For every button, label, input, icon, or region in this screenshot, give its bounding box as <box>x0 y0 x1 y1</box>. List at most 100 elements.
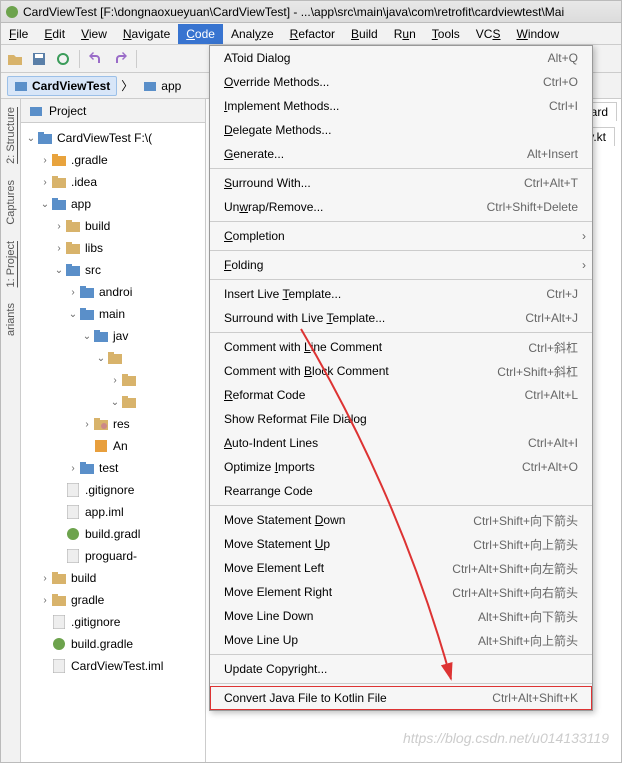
menu-item[interactable]: Insert Live Template...Ctrl+J <box>210 282 592 306</box>
tree-node[interactable]: An <box>21 435 205 457</box>
undo-icon[interactable] <box>88 51 104 67</box>
menu-item[interactable]: Convert Java File to Kotlin FileCtrl+Alt… <box>210 686 592 710</box>
menu-item[interactable]: Generate...Alt+Insert <box>210 142 592 166</box>
file-icon <box>65 548 81 564</box>
tree-node[interactable]: ⌄ <box>21 347 205 369</box>
menu-item[interactable]: Auto-Indent LinesCtrl+Alt+I <box>210 431 592 455</box>
breadcrumb-project[interactable]: CardViewTest <box>7 76 117 96</box>
folder-blue-icon <box>79 306 95 322</box>
tree-node[interactable]: ⌄src <box>21 259 205 281</box>
folder-icon <box>65 218 81 234</box>
tree-node[interactable]: build.gradl <box>21 523 205 545</box>
menu-navigate[interactable]: Navigate <box>115 24 178 44</box>
tree-node[interactable]: ›test <box>21 457 205 479</box>
side-tab-captures[interactable]: Captures <box>3 172 19 233</box>
toolbar-separator <box>79 50 80 68</box>
code-menu-dropdown[interactable]: AToid DialogAlt+QOverride Methods...Ctrl… <box>209 45 593 711</box>
window-titlebar: CardViewTest [F:\dongnaoxueyuan\CardView… <box>1 1 621 23</box>
menu-item[interactable]: Surround with Live Template...Ctrl+Alt+J <box>210 306 592 330</box>
project-icon <box>29 104 43 118</box>
menu-item[interactable]: Reformat CodeCtrl+Alt+L <box>210 383 592 407</box>
app-icon <box>5 5 19 19</box>
menu-window[interactable]: Window <box>508 24 567 44</box>
tree-node[interactable]: ⌄jav <box>21 325 205 347</box>
menu-item[interactable]: Move Line DownAlt+Shift+向下箭头 <box>210 604 592 628</box>
tree-node[interactable]: .gitignore <box>21 479 205 501</box>
file-icon <box>65 504 81 520</box>
menu-item[interactable]: Move Line UpAlt+Shift+向上箭头 <box>210 628 592 652</box>
menu-tools[interactable]: Tools <box>424 24 468 44</box>
side-tab-structure[interactable]: 2: Structure <box>3 99 19 172</box>
tree-node[interactable]: app.iml <box>21 501 205 523</box>
menu-item[interactable]: Move Statement UpCtrl+Shift+向上箭头 <box>210 532 592 556</box>
menu-item[interactable]: Update Copyright... <box>210 657 592 681</box>
menu-item[interactable]: Comment with Line CommentCtrl+斜杠 <box>210 335 592 359</box>
folder-blue-icon <box>79 284 95 300</box>
tree-node[interactable]: .gitignore <box>21 611 205 633</box>
xml-icon <box>93 438 109 454</box>
tree-node[interactable]: ›build <box>21 567 205 589</box>
menu-item[interactable]: Delegate Methods... <box>210 118 592 142</box>
project-tree[interactable]: ⌄CardViewTest F:\(›.gradle›.idea⌄app›bui… <box>21 123 205 762</box>
tree-node[interactable]: CardViewTest.iml <box>21 655 205 677</box>
tree-node[interactable]: ⌄app <box>21 193 205 215</box>
tree-node[interactable]: ⌄ <box>21 391 205 413</box>
menu-item[interactable]: Surround With...Ctrl+Alt+T <box>210 171 592 195</box>
menu-item[interactable]: Completion <box>210 224 592 248</box>
tree-node[interactable]: ›androi <box>21 281 205 303</box>
tree-node[interactable]: ›res <box>21 413 205 435</box>
tree-node[interactable]: build.gradle <box>21 633 205 655</box>
folder-blue-icon <box>65 262 81 278</box>
menu-item[interactable]: Show Reformat File Dialog <box>210 407 592 431</box>
folder-icon <box>51 592 67 608</box>
left-tool-strip: 2: Structure Captures 1: Project ariants <box>1 99 21 762</box>
menubar[interactable]: FileEditViewNavigateCodeAnalyzeRefactorB… <box>1 23 621 45</box>
folder-res-icon <box>93 416 109 432</box>
side-tab-variants[interactable]: ariants <box>3 295 19 344</box>
menu-item[interactable]: Comment with Block CommentCtrl+Shift+斜杠 <box>210 359 592 383</box>
redo-icon[interactable] <box>112 51 128 67</box>
menu-build[interactable]: Build <box>343 24 386 44</box>
tree-node[interactable]: proguard- <box>21 545 205 567</box>
menu-item[interactable]: Unwrap/Remove...Ctrl+Shift+Delete <box>210 195 592 219</box>
sync-icon[interactable] <box>55 51 71 67</box>
menu-vcs[interactable]: VCS <box>468 24 509 44</box>
menu-item[interactable]: AToid DialogAlt+Q <box>210 46 592 70</box>
folder-icon <box>51 174 67 190</box>
folder-blue-icon <box>79 460 95 476</box>
project-pane-title: Project <box>49 104 86 118</box>
menu-item[interactable]: Move Element LeftCtrl+Alt+Shift+向左箭头 <box>210 556 592 580</box>
menu-item[interactable]: Move Element RightCtrl+Alt+Shift+向右箭头 <box>210 580 592 604</box>
folder-icon <box>65 240 81 256</box>
menu-file[interactable]: File <box>1 24 36 44</box>
watermark-text: https://blog.csdn.net/u014133119 <box>403 730 609 746</box>
menu-view[interactable]: View <box>73 24 115 44</box>
tree-node[interactable]: › <box>21 369 205 391</box>
tree-node[interactable]: ›libs <box>21 237 205 259</box>
project-pane-header[interactable]: Project <box>21 99 205 123</box>
tree-node[interactable]: ›.idea <box>21 171 205 193</box>
tree-node[interactable]: ›build <box>21 215 205 237</box>
tree-node[interactable]: ›.gradle <box>21 149 205 171</box>
menu-run[interactable]: Run <box>386 24 424 44</box>
window-title: CardViewTest [F:\dongnaoxueyuan\CardView… <box>23 5 564 19</box>
menu-edit[interactable]: Edit <box>36 24 73 44</box>
breadcrumb-module[interactable]: app <box>137 77 187 95</box>
open-icon[interactable] <box>7 51 23 67</box>
menu-item[interactable]: Move Statement DownCtrl+Shift+向下箭头 <box>210 508 592 532</box>
menu-item[interactable]: Rearrange Code <box>210 479 592 503</box>
menu-code[interactable]: Code <box>178 24 223 44</box>
menu-analyze[interactable]: Analyze <box>223 24 282 44</box>
folder-icon <box>121 372 137 388</box>
save-icon[interactable] <box>31 51 47 67</box>
side-tab-project[interactable]: 1: Project <box>3 233 19 295</box>
menu-item[interactable]: Implement Methods...Ctrl+I <box>210 94 592 118</box>
menu-item[interactable]: Folding <box>210 253 592 277</box>
menu-item[interactable]: Optimize ImportsCtrl+Alt+O <box>210 455 592 479</box>
tree-node[interactable]: ›gradle <box>21 589 205 611</box>
menu-refactor[interactable]: Refactor <box>282 24 343 44</box>
folder-icon <box>51 570 67 586</box>
tree-node[interactable]: ⌄main <box>21 303 205 325</box>
menu-item[interactable]: Override Methods...Ctrl+O <box>210 70 592 94</box>
tree-node[interactable]: ⌄CardViewTest F:\( <box>21 127 205 149</box>
